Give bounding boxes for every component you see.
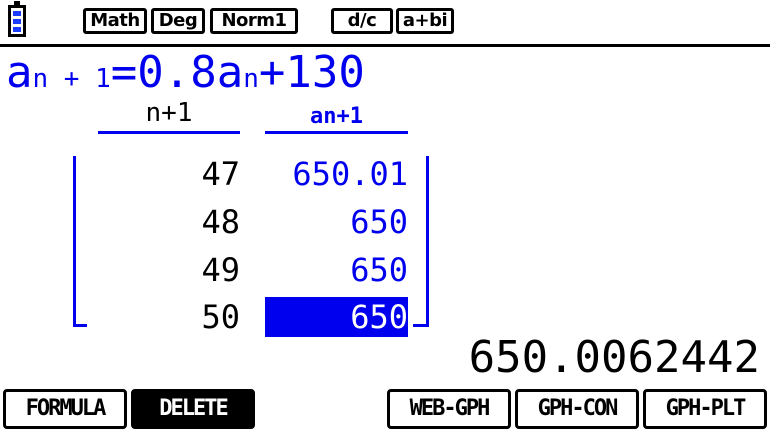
table-cell-a[interactable]: 650 — [265, 250, 408, 290]
mode-display-badge: Norm1 — [210, 8, 298, 34]
mode-angle-badge: Deg — [151, 8, 205, 34]
graph-plot-fkey[interactable]: GPH-PLT — [643, 389, 767, 429]
header-underline-n — [98, 131, 240, 134]
web-graph-fkey[interactable]: WEB-GPH — [387, 389, 511, 429]
column-header-a: an+1 — [310, 104, 363, 129]
formula-lhs-var: a — [6, 47, 33, 98]
table-right-corner — [413, 324, 429, 327]
delete-fkey[interactable]: DELETE — [131, 389, 255, 429]
status-bar: Math Deg Norm1 d/c a+bi — [0, 0, 770, 44]
table-cell-n[interactable]: 50 — [98, 297, 240, 337]
table-right-border — [426, 156, 429, 327]
formula-rhs-subscript: n — [243, 64, 259, 94]
recursion-formula: an + 1=0.8an+130 — [6, 49, 365, 97]
formula-lhs-subscript: n + 1 — [32, 64, 111, 94]
table-cell-n[interactable]: 47 — [98, 154, 240, 194]
formula-rhs-var: a — [216, 47, 244, 98]
table-cell-a-selected[interactable]: 650 — [265, 297, 408, 337]
column-header-n: n+1 — [145, 98, 193, 128]
mode-fraction-badge: d/c — [331, 8, 393, 34]
table-left-corner — [73, 324, 87, 327]
selected-value-readout: 650.0062442 — [468, 332, 760, 383]
table-cell-n[interactable]: 49 — [98, 250, 240, 290]
mode-math-badge: Math — [83, 8, 147, 34]
table-cell-a[interactable]: 650.01 — [265, 154, 408, 194]
header-underline-a — [265, 131, 408, 134]
table-left-border — [73, 156, 76, 327]
formula-fkey[interactable]: FORMULA — [3, 389, 127, 429]
table-cell-n[interactable]: 48 — [98, 202, 240, 242]
formula-equals: = — [110, 47, 138, 98]
battery-icon — [8, 1, 26, 37]
mode-complex-badge: a+bi — [396, 8, 454, 34]
table-cell-a[interactable]: 650 — [265, 202, 408, 242]
graph-connect-fkey[interactable]: GPH-CON — [515, 389, 639, 429]
formula-coefficient: 0.8 — [137, 47, 217, 98]
formula-constant: +130 — [258, 47, 365, 98]
